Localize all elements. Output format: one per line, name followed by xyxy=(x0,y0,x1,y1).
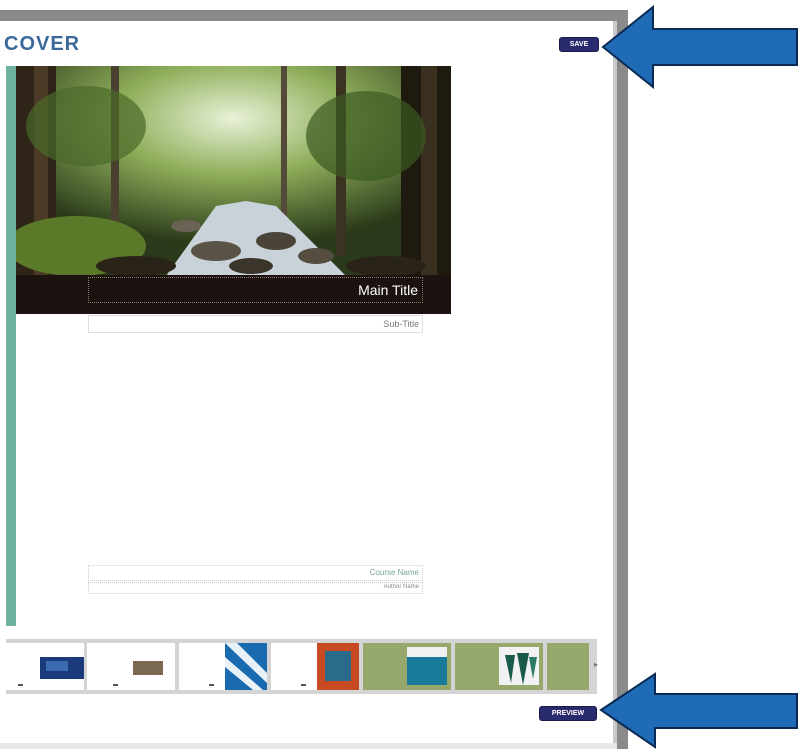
template-preview-icon xyxy=(317,643,359,690)
template-preview-icon xyxy=(499,647,539,685)
course-name-text: Course Name xyxy=(369,568,419,577)
author-name-text: Author Name xyxy=(383,584,419,590)
cover-forest-image[interactable] xyxy=(16,66,451,276)
window-top-border xyxy=(0,10,628,21)
thumbnail-marker xyxy=(301,684,306,686)
template-thumbnail[interactable] xyxy=(6,643,84,690)
template-thumbnail[interactable] xyxy=(179,643,267,690)
scrollbar-track[interactable] xyxy=(613,21,617,749)
preview-button[interactable]: PREVIEW xyxy=(539,706,597,721)
course-name-field[interactable]: Course Name xyxy=(88,565,423,581)
template-preview-icon xyxy=(133,661,163,675)
template-thumbnail[interactable] xyxy=(547,643,589,690)
subtitle-field[interactable]: Sub-Title xyxy=(88,315,423,333)
main-title-field[interactable]: Main Title xyxy=(88,277,423,303)
page-title: COVER xyxy=(4,33,81,55)
chevron-right-icon[interactable]: ▸ xyxy=(594,660,598,669)
main-title-text: Main Title xyxy=(358,282,418,298)
save-button[interactable]: SAVE xyxy=(559,37,599,52)
thumbnail-marker xyxy=(113,684,118,686)
annotation-arrow-save-icon xyxy=(601,5,798,89)
annotation-arrow-preview-icon xyxy=(599,672,798,749)
subtitle-text: Sub-Title xyxy=(383,319,419,329)
thumbnail-marker xyxy=(18,684,23,686)
author-name-field[interactable]: Author Name xyxy=(88,582,423,594)
template-preview-icon xyxy=(40,657,84,679)
template-preview-icon xyxy=(225,643,267,690)
template-thumbnail[interactable] xyxy=(455,643,543,690)
thumbnail-marker xyxy=(209,684,214,686)
template-thumbnail[interactable] xyxy=(271,643,359,690)
window-bottom-edge xyxy=(0,743,617,749)
cover-accent-strip xyxy=(6,66,16,626)
template-thumbnail[interactable] xyxy=(87,643,175,690)
window-right-border xyxy=(617,10,628,749)
template-preview-icon xyxy=(407,647,447,685)
template-thumbnail[interactable] xyxy=(363,643,451,690)
